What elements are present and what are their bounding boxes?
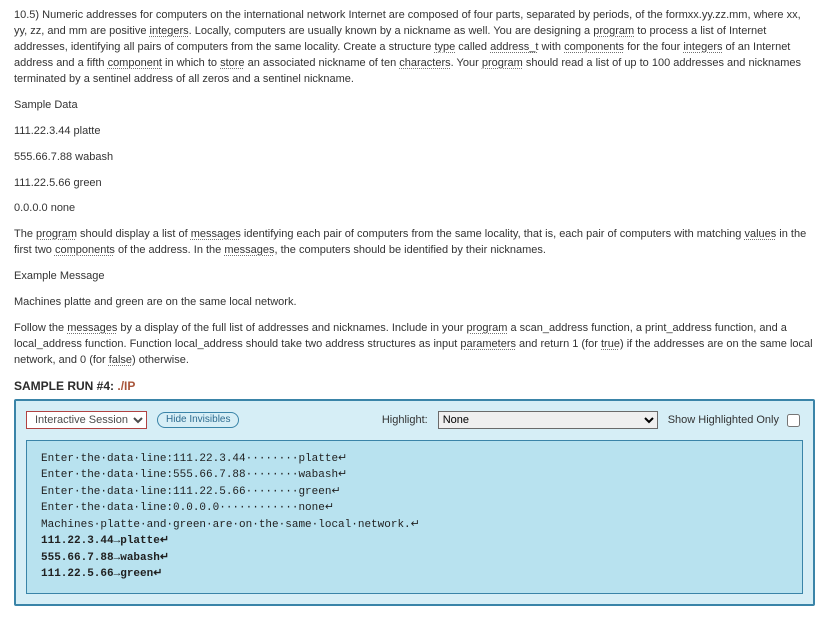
term-type: type xyxy=(434,41,455,53)
text: The xyxy=(14,228,36,240)
show-highlighted-only-label[interactable]: Show Highlighted Only xyxy=(668,411,803,430)
execution-toolbar: Interactive Session Hide Invisibles High… xyxy=(26,411,803,430)
term-true: true xyxy=(601,338,620,350)
sample-data-label: Sample Data xyxy=(14,98,815,114)
show-highlighted-only-checkbox[interactable] xyxy=(787,414,800,427)
example-message-block: Example Message Machines platte and gree… xyxy=(14,269,815,311)
sample-data-line: 111.22.5.66 green xyxy=(14,176,815,192)
sample-data-line: 111.22.3.44 platte xyxy=(14,124,815,140)
example-message-line: Machines platte and green are on the sam… xyxy=(14,295,815,311)
term-program: program xyxy=(482,57,523,69)
console-line: 111.22.3.44→platte↵ xyxy=(41,535,169,547)
text: should display a list of xyxy=(77,228,191,240)
console-line: Enter·the·data·line:555.66.7.88········w… xyxy=(41,469,347,481)
text: ) otherwise. xyxy=(132,354,189,366)
paragraph-1: 10.5) Numeric addresses for computers on… xyxy=(14,8,815,88)
highlight-label: Highlight: xyxy=(382,414,428,426)
example-message-label: Example Message xyxy=(14,269,815,285)
text: . Your xyxy=(451,57,482,69)
text: for the four xyxy=(624,41,683,53)
sample-run-command: ./IP xyxy=(117,379,135,393)
term-integers: integers xyxy=(683,41,722,53)
sample-data-line: 0.0.0.0 none xyxy=(14,201,815,217)
text: identifying each pair of computers from … xyxy=(241,228,745,240)
term-address-t: address_t xyxy=(490,41,538,53)
console-line: Enter·the·data·line:111.22.5.66········g… xyxy=(41,486,341,498)
session-select[interactable]: Interactive Session xyxy=(26,411,147,429)
text: in which to xyxy=(162,57,220,69)
text: . Locally, computers are usually known b… xyxy=(189,25,594,37)
term-components: components xyxy=(564,41,624,53)
term-program: program xyxy=(593,25,634,37)
sample-data-block: Sample Data 111.22.3.44 platte 555.66.7.… xyxy=(14,98,815,218)
console-line: Enter·the·data·line:0.0.0.0············n… xyxy=(41,502,334,514)
show-highlighted-text: Show Highlighted Only xyxy=(668,414,779,426)
console-line: 555.66.7.88→wabash↵ xyxy=(41,552,169,564)
text: , the computers should be identified by … xyxy=(275,244,546,256)
text: by a display of the full list of address… xyxy=(117,322,466,334)
hide-invisibles-button[interactable]: Hide Invisibles xyxy=(157,412,239,428)
sample-run-label: SAMPLE RUN #4: xyxy=(14,379,117,393)
term-store: store xyxy=(220,57,244,69)
problem-statement: 10.5) Numeric addresses for computers on… xyxy=(14,8,815,369)
text: Follow the xyxy=(14,322,67,334)
term-messages: messages xyxy=(67,322,117,334)
console-line: Enter·the·data·line:111.22.3.44········p… xyxy=(41,453,347,465)
sample-run-header: SAMPLE RUN #4: ./IP xyxy=(14,379,815,393)
term-component: component xyxy=(108,57,162,69)
term-components: components xyxy=(55,244,115,256)
term-characters: characters xyxy=(399,57,450,69)
text: with xyxy=(538,41,564,53)
paragraph-3: Follow the messages by a display of the … xyxy=(14,321,815,369)
text: and return 1 (for xyxy=(516,338,601,350)
console-line: Machines·platte·and·green·are·on·the·sam… xyxy=(41,519,420,531)
console-output: Enter·the·data·line:111.22.3.44········p… xyxy=(26,440,803,594)
term-messages: messages xyxy=(224,244,274,256)
term-program: program xyxy=(36,228,77,240)
text: an associated nickname of ten xyxy=(245,57,400,69)
text: of the address. In the xyxy=(115,244,224,256)
term-false: false xyxy=(109,354,132,366)
paragraph-2: The program should display a list of mes… xyxy=(14,227,815,259)
term-program: program xyxy=(466,322,507,334)
console-line: 111.22.5.66→green↵ xyxy=(41,568,162,580)
term-integers: integers xyxy=(150,25,189,37)
term-messages: messages xyxy=(191,228,241,240)
term-parameters: parameters xyxy=(460,338,516,350)
text: 10.5) Numeric addresses for computers on… xyxy=(14,9,688,21)
execution-panel: Interactive Session Hide Invisibles High… xyxy=(14,399,815,606)
highlight-select[interactable]: None xyxy=(438,411,658,429)
sample-data-line: 555.66.7.88 wabash xyxy=(14,150,815,166)
term-values: values xyxy=(744,228,776,240)
text: called xyxy=(455,41,490,53)
